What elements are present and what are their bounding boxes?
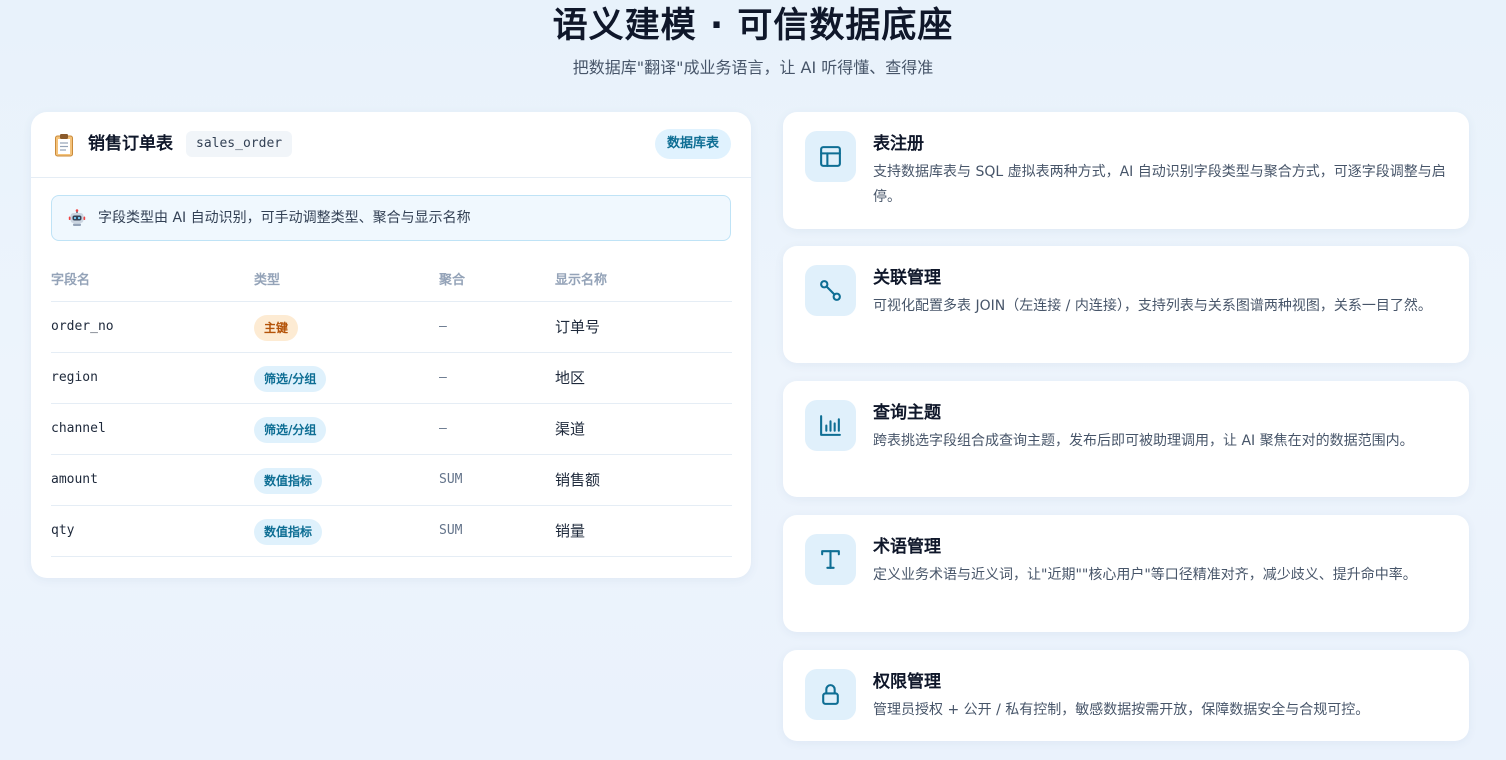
- link-icon: [820, 280, 841, 301]
- feature-icon-box: [805, 669, 856, 720]
- aggregation-value[interactable]: —: [439, 368, 447, 388]
- source-type-badge: 数据库表: [654, 129, 731, 159]
- table-row: qty 数值指标 SUM 销量: [51, 506, 732, 557]
- table-title: 销售订单表: [88, 134, 173, 154]
- feature-description: 可视化配置多表 JOIN（左连接 / 内连接），支持列表与关系图谱两种视图，关系…: [873, 298, 1432, 314]
- field-name: amount: [51, 472, 98, 487]
- sales-order-table-card: 销售订单表 sales_order 数据库表 字段类型由 AI 自动识别，可手动…: [31, 112, 751, 578]
- table-header-row: 字段名 类型 聚合 显示名称: [51, 260, 732, 302]
- field-type-pill[interactable]: 筛选/分组: [254, 366, 327, 392]
- feature-icon-box: [805, 265, 856, 316]
- column-header-display-name: 显示名称: [555, 273, 608, 288]
- display-name[interactable]: 销量: [555, 521, 585, 541]
- display-name[interactable]: 渠道: [555, 419, 585, 439]
- feature-title: 权限管理: [873, 672, 941, 692]
- feature-icon-box: [805, 534, 856, 585]
- table-row: region 筛选/分组 — 地区: [51, 353, 732, 404]
- feature-description: 定义业务术语与近义词，让"近期""核心用户"等口径精准对齐，减少歧义、提升命中率…: [873, 567, 1417, 583]
- aggregation-value[interactable]: SUM: [439, 521, 462, 541]
- clipboard-icon: [55, 134, 73, 157]
- feature-title: 术语管理: [873, 537, 941, 557]
- field-name: channel: [51, 421, 106, 436]
- display-name[interactable]: 销售额: [555, 470, 600, 490]
- field-name: region: [51, 370, 98, 385]
- feature-description: 管理员授权 + 公开 / 私有控制，敏感数据按需开放，保障数据安全与合规可控。: [873, 702, 1370, 718]
- robot-icon: [68, 209, 86, 226]
- field-type-pill[interactable]: 数值指标: [254, 468, 323, 494]
- ai-notice-banner: 字段类型由 AI 自动识别，可手动调整类型、聚合与显示名称: [51, 195, 731, 241]
- column-header-field: 字段名: [51, 273, 91, 288]
- field-type-pill[interactable]: 数值指标: [254, 519, 323, 545]
- table-icon: [820, 146, 841, 167]
- feature-card-table-registration: 表注册 支持数据库表与 SQL 虚拟表两种方式，AI 自动识别字段类型与聚合方式…: [783, 112, 1469, 229]
- text-icon: [821, 550, 840, 569]
- field-type-pill[interactable]: 筛选/分组: [254, 417, 327, 443]
- field-type-pill[interactable]: 主键: [254, 315, 299, 341]
- feature-title: 查询主题: [873, 403, 941, 423]
- feature-card-query-topic: 查询主题 跨表挑选字段组合成查询主题，发布后即可被助理调用，让 AI 聚焦在对的…: [783, 381, 1469, 497]
- feature-card-term-management: 术语管理 定义业务术语与近义词，让"近期""核心用户"等口径精准对齐，减少歧义、…: [783, 515, 1469, 632]
- field-table: 字段名 类型 聚合 显示名称 order_no 主键 — 订单号 region …: [51, 260, 732, 557]
- bar-chart-icon: [820, 415, 841, 436]
- page-subtitle: 把数据库"翻译"成业务语言，让 AI 听得懂、查得准: [572, 58, 934, 77]
- feature-description: 跨表挑选字段组合成查询主题，发布后即可被助理调用，让 AI 聚焦在对的数据范围内…: [873, 433, 1414, 449]
- feature-icon-box: [805, 400, 856, 451]
- feature-icon-box: [805, 131, 856, 182]
- feature-card-permission-management: 权限管理 管理员授权 + 公开 / 私有控制，敏感数据按需开放，保障数据安全与合…: [783, 650, 1469, 741]
- page-title: 语义建模 · 可信数据底座: [552, 6, 954, 46]
- lock-icon: [822, 684, 839, 705]
- feature-card-relation-management: 关联管理 可视化配置多表 JOIN（左连接 / 内连接），支持列表与关系图谱两种…: [783, 246, 1469, 363]
- aggregation-value[interactable]: SUM: [439, 470, 462, 490]
- table-row: order_no 主键 — 订单号: [51, 302, 732, 353]
- ai-notice-text: 字段类型由 AI 自动识别，可手动调整类型、聚合与显示名称: [98, 210, 471, 226]
- column-header-type: 类型: [254, 273, 281, 288]
- field-name: order_no: [51, 319, 114, 334]
- feature-description: 支持数据库表与 SQL 虚拟表两种方式，AI 自动识别字段类型与聚合方式，可逐字…: [873, 164, 1446, 205]
- display-name[interactable]: 订单号: [555, 317, 600, 337]
- feature-title: 表注册: [873, 134, 924, 154]
- display-name[interactable]: 地区: [555, 368, 585, 388]
- table-row: channel 筛选/分组 — 渠道: [51, 404, 732, 455]
- table-card-header: 销售订单表 sales_order 数据库表: [31, 112, 751, 178]
- aggregation-value[interactable]: —: [439, 317, 447, 337]
- table-row: amount 数值指标 SUM 销售额: [51, 455, 732, 506]
- feature-title: 关联管理: [873, 268, 941, 288]
- aggregation-value[interactable]: —: [439, 419, 447, 439]
- table-name-tag: sales_order: [186, 131, 293, 157]
- field-name: qty: [51, 523, 75, 538]
- column-header-aggregation: 聚合: [439, 273, 466, 288]
